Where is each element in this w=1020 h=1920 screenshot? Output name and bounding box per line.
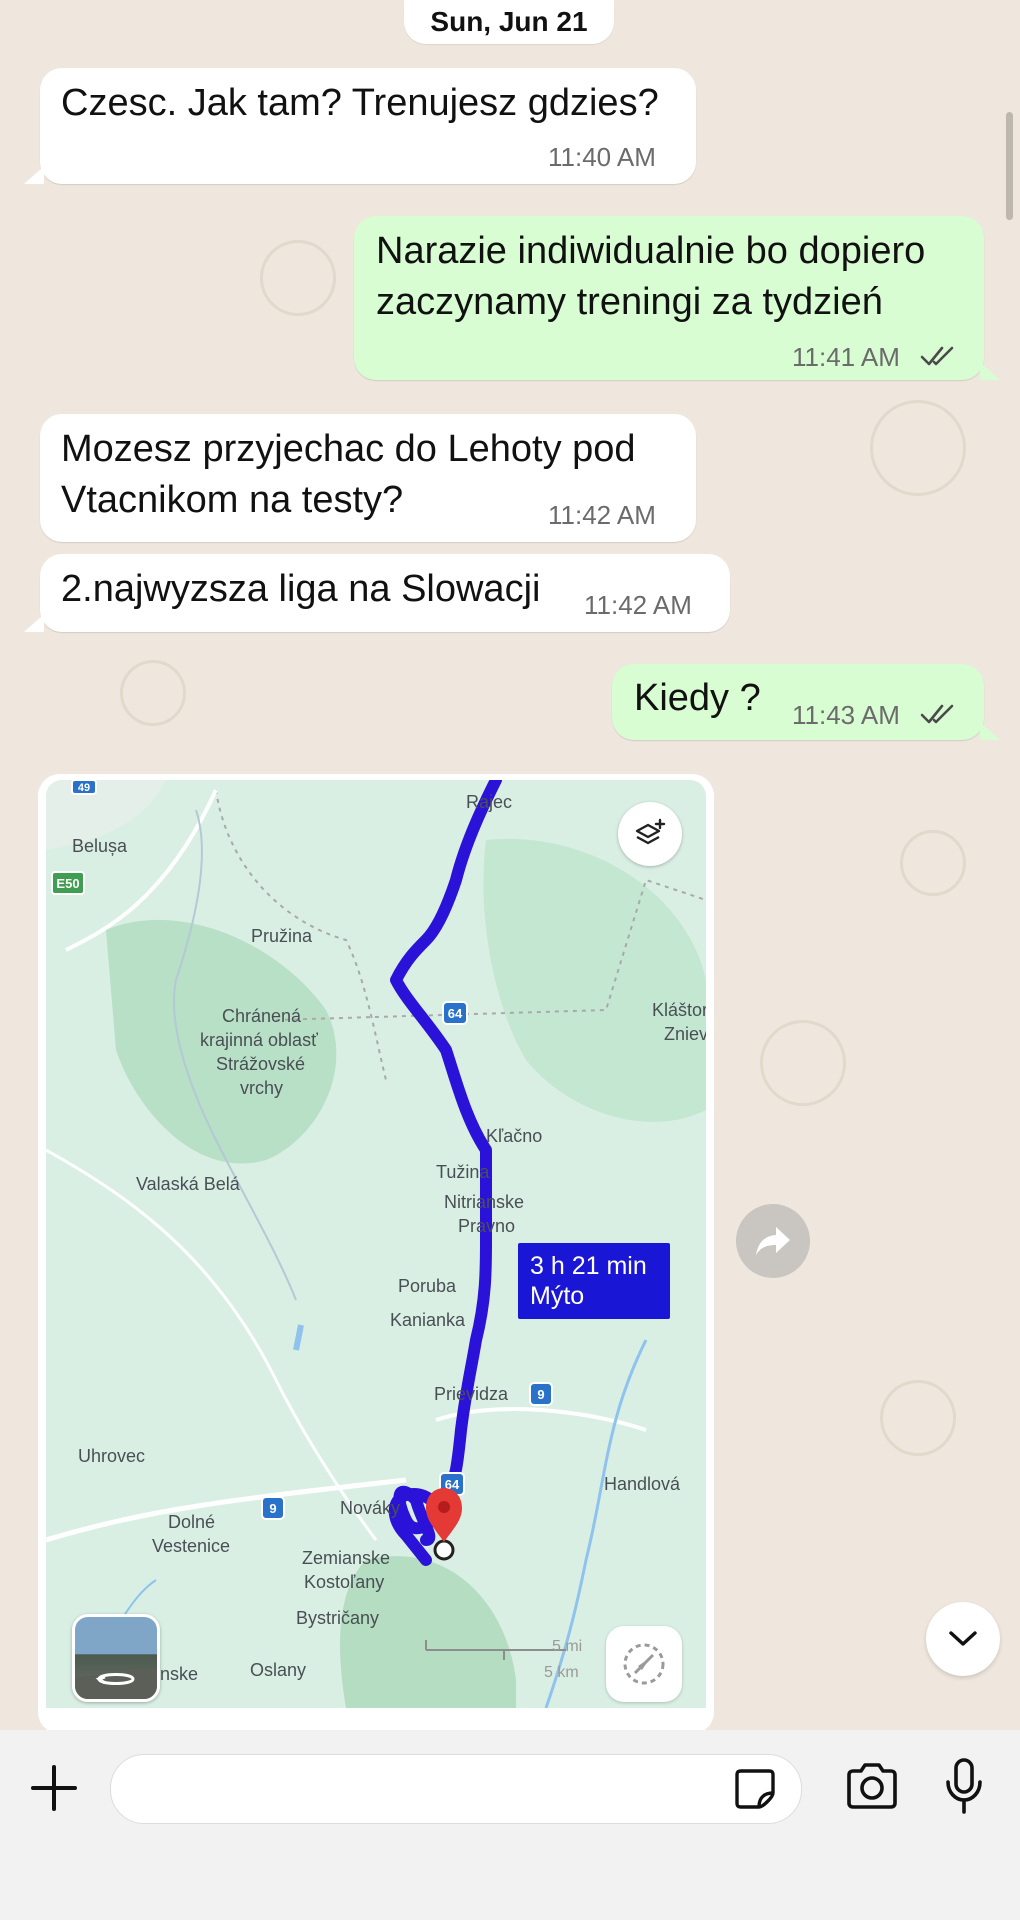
svg-text:49: 49 [78, 782, 90, 794]
bubble-tail [980, 722, 1000, 740]
location-map-message[interactable]: E50 64 9 9 64 49 Rajec Belușa Pružina Ch… [38, 774, 714, 1734]
message-bubble-outgoing[interactable]: Narazie indiwidualnie bo dopiero zaczyna… [354, 216, 984, 380]
map-place-label: Prievidza [434, 1384, 509, 1404]
read-receipt-icon [920, 346, 954, 366]
recenter-button[interactable] [606, 1626, 682, 1702]
map-place-label: Handlová [604, 1474, 681, 1494]
map-place-label: Uhrovec [78, 1446, 146, 1466]
message-time: 11:43 AM [792, 700, 900, 730]
wallpaper-doodle [260, 240, 336, 316]
bubble-tail [980, 362, 1000, 380]
route-duration-label: 3 h 21 min Mýto [518, 1243, 670, 1319]
message-bubble-incoming[interactable]: 2.najwyzsza liga na Slowacji 11:42 AM [40, 554, 730, 632]
message-text-line: zaczynamy treningi za tydzień [376, 281, 883, 323]
map-place-label: krajinná oblasť [200, 1030, 318, 1050]
map-view[interactable]: E50 64 9 9 64 49 Rajec Belușa Pružina Ch… [46, 780, 706, 1708]
message-text-line: Mozesz przyjechac do Lehoty pod [61, 428, 636, 470]
svg-text:64: 64 [448, 1006, 463, 1021]
street-view-thumbnail[interactable] [72, 1614, 160, 1702]
wallpaper-doodle [870, 400, 966, 496]
route-duration: 3 h 21 min [530, 1252, 647, 1280]
map-place-label: Kostoľany [304, 1572, 385, 1592]
svg-text:9: 9 [269, 1501, 276, 1516]
map-place-label: Rajec [466, 792, 513, 812]
map-place-label: Kľačno [486, 1126, 543, 1146]
wallpaper-doodle [760, 1020, 846, 1106]
camera-button[interactable] [842, 1756, 902, 1816]
road-shield: E50 [51, 871, 85, 895]
map-place-label: Nitrianske [444, 1192, 525, 1212]
microphone-icon [946, 1758, 982, 1814]
message-bubble-incoming[interactable]: Mozesz przyjechac do Lehoty pod Vtacniko… [40, 414, 696, 542]
map-place-label: vrchy [240, 1078, 284, 1098]
map-place-label: Zemianske [302, 1548, 391, 1568]
wallpaper-doodle [900, 830, 966, 896]
message-time: 11:40 AM [548, 142, 656, 172]
forward-arrow-icon [756, 1227, 790, 1255]
attach-button[interactable] [24, 1758, 84, 1818]
camera-icon [847, 1763, 897, 1809]
read-receipt-icon [920, 704, 954, 724]
message-text: 2.najwyzsza liga na Slowacji [61, 568, 541, 610]
route-via: Mýto [530, 1282, 585, 1310]
message-bubble-outgoing[interactable]: Kiedy ? 11:43 AM [612, 664, 984, 740]
compass-icon [623, 1643, 665, 1685]
message-text-line: Vtacnikom na testy? [61, 479, 404, 521]
message-time: 11:41 AM [792, 342, 900, 372]
svg-text:E50: E50 [56, 876, 79, 891]
message-time: 11:42 AM [584, 590, 692, 620]
map-place-label: Vestenice [152, 1536, 231, 1556]
date-separator: Sun, Jun 21 [404, 0, 614, 44]
chevron-down-icon [949, 1631, 977, 1646]
map-place-label: Pružina [251, 926, 313, 946]
bubble-tail [24, 166, 44, 184]
map-scale-label: 5 km [544, 1664, 579, 1681]
message-bubble-incoming[interactable]: Czesc. Jak tam? Trenujesz gdzies? 11:40 … [40, 68, 696, 184]
plus-icon [31, 1765, 77, 1811]
map-place-label: Chránená [222, 1006, 302, 1026]
scroll-to-bottom-button[interactable] [926, 1602, 1000, 1676]
map-place-label: Nováky [340, 1498, 401, 1518]
wallpaper-doodle [880, 1380, 956, 1456]
message-text: Kiedy ? [634, 677, 761, 719]
wallpaper-doodle [120, 660, 186, 726]
message-text-line: Narazie indiwidualnie bo dopiero [376, 230, 926, 272]
map-place-label: Strážovské [216, 1054, 306, 1074]
map-place-label: Pravno [458, 1216, 516, 1236]
map-place-label: Bystričany [296, 1608, 380, 1628]
layers-button[interactable] [618, 802, 682, 866]
map-place-label: Valaská Belá [136, 1174, 240, 1194]
street-view-icon [75, 1669, 157, 1699]
map-place-label: Zniev [664, 1024, 706, 1044]
message-text: Czesc. Jak tam? Trenujesz gdzies? [61, 82, 659, 124]
message-input[interactable] [110, 1754, 802, 1824]
svg-text:9: 9 [537, 1387, 544, 1402]
sticker-icon [735, 1769, 775, 1809]
sticker-button[interactable] [731, 1767, 779, 1811]
map-place-label: Belușa [72, 836, 128, 856]
map-scale-label: 5 mi [552, 1638, 583, 1655]
message-time: 11:42 AM [548, 500, 656, 530]
forward-button[interactable] [736, 1204, 810, 1278]
scrollbar[interactable] [1006, 112, 1013, 220]
message-composer [0, 1730, 1020, 1920]
layers-icon [635, 818, 666, 845]
map-place-label: Tužina [436, 1162, 490, 1182]
map-place-label: Dolné [168, 1512, 216, 1532]
map-place-label: Poruba [398, 1276, 457, 1296]
voice-message-button[interactable] [936, 1754, 992, 1818]
map-place-label: Kanianka [390, 1310, 466, 1330]
map-place-label: Oslany [250, 1660, 307, 1680]
bubble-tail [24, 614, 44, 632]
map-place-label: Kláštor [652, 1000, 706, 1020]
